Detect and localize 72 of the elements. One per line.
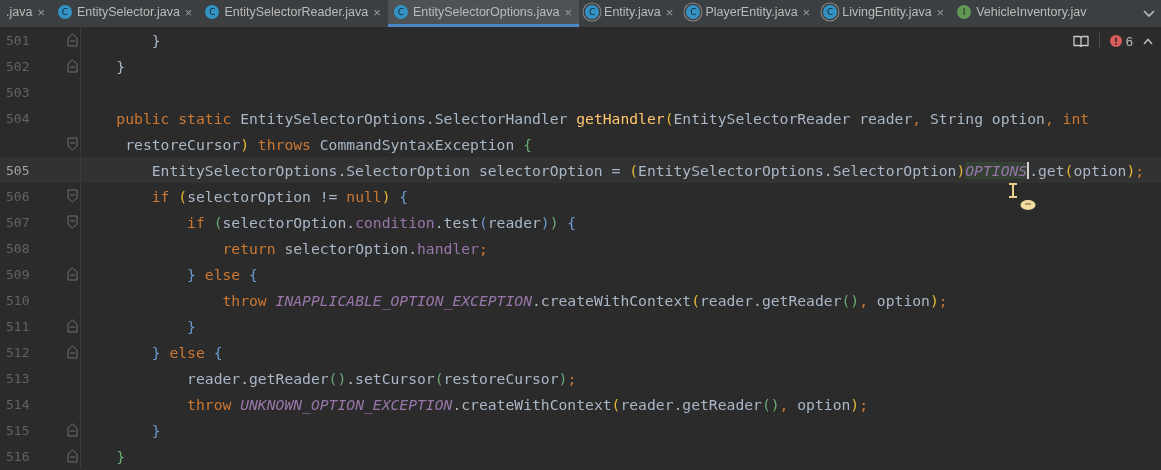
code-line: }: [186, 317, 196, 335]
interface-icon: I: [957, 5, 972, 19]
line-number: 512: [5, 344, 31, 360]
close-icon[interactable]: ×: [564, 4, 573, 20]
fold-marker-icon[interactable]: [66, 319, 78, 333]
code-line: EntitySelectorOptions.SelectorOption selectorOption = (EntitySelectorOptions.SelectorOption)OPTIONS.get(option);: [150, 161, 1145, 179]
fold-marker-icon[interactable]: [66, 59, 78, 73]
line-number: 507: [5, 214, 31, 230]
chevron-up-icon[interactable]: [1143, 37, 1153, 45]
code-line: } else {: [150, 343, 223, 361]
editor-tab[interactable]: C EntitySelector.java ×: [52, 0, 200, 27]
code-line: }: [150, 31, 161, 49]
code-line: } else {: [186, 265, 258, 283]
line-number: 513: [5, 370, 31, 386]
fold-marker-icon[interactable]: [66, 33, 78, 47]
line-number: 510: [5, 292, 31, 308]
book-icon[interactable]: [1072, 34, 1089, 48]
fold-marker-icon[interactable]: [66, 267, 78, 281]
editor-tab[interactable]: C Entity.java ×: [579, 0, 681, 27]
code-line: }: [115, 447, 126, 465]
line-number: 514: [5, 396, 31, 412]
line-number: 501: [5, 32, 31, 48]
fold-marker-icon[interactable]: [66, 449, 78, 463]
close-icon[interactable]: ×: [37, 4, 45, 20]
line-number: 515: [5, 422, 31, 438]
fold-marker-icon[interactable]: [66, 137, 78, 151]
line-number: 516: [5, 448, 31, 464]
text-cursor-icon: [1008, 183, 1018, 198]
line-number: 504: [5, 110, 31, 126]
error-count[interactable]: 6: [1109, 33, 1133, 49]
code-line: }: [150, 421, 161, 439]
close-icon[interactable]: ×: [184, 4, 193, 20]
error-count-text: 6: [1125, 33, 1133, 49]
editor-tab[interactable]: .java ×: [0, 0, 52, 27]
code-line: if (selectorOption.condition.test(reader)) {: [186, 213, 577, 231]
editor-tab[interactable]: I VehicleInventory.jav: [951, 0, 1094, 27]
code-line: public static EntitySelectorOptions.SelectorHandler getHandler(EntitySelectorReader reader, String option, int: [115, 109, 1090, 127]
fold-marker-icon[interactable]: [66, 423, 78, 437]
class-icon: C: [585, 5, 600, 19]
blob-icon: [1020, 198, 1036, 210]
fold-marker-icon[interactable]: [66, 215, 78, 229]
code-line: throw UNKNOWN_OPTION_EXCEPTION.createWithContext(reader.getReader(), option);: [186, 395, 869, 413]
code-line: reader.getReader().setCursor(restoreCursor);: [186, 369, 577, 387]
line-number: 508: [5, 240, 31, 256]
code-line: }: [115, 57, 126, 75]
close-icon[interactable]: ×: [802, 4, 811, 20]
line-number: 509: [5, 266, 31, 282]
class-icon: C: [58, 5, 72, 19]
editor-tab[interactable]: C PlayerEntity.java ×: [680, 0, 818, 27]
code-line: if (selectorOption != null) {: [150, 187, 409, 205]
class-icon: C: [205, 5, 220, 19]
line-number: 505: [5, 162, 31, 178]
fold-marker-icon[interactable]: [66, 345, 78, 359]
line-number: 502: [5, 58, 31, 74]
code-line: restoreCursor) throws CommandSyntaxException {: [124, 135, 532, 153]
editor-tab[interactable]: C EntitySelectorOptions.java ×: [387, 0, 580, 27]
close-icon[interactable]: ×: [373, 4, 381, 20]
line-number: 506: [5, 188, 31, 204]
close-icon[interactable]: ×: [665, 4, 674, 20]
line-number: 503: [5, 84, 31, 100]
class-icon: C: [393, 5, 408, 19]
editor-tab[interactable]: C LivingEntity.java ×: [817, 0, 952, 27]
editor-tab[interactable]: C EntitySelectorReader.java ×: [199, 0, 388, 27]
chevron-down-icon[interactable]: [1143, 9, 1155, 18]
class-icon: C: [686, 5, 701, 19]
code-line: throw INAPPLICABLE_OPTION_EXCEPTION.createWithContext(reader.getReader(), option);: [221, 291, 948, 309]
error-icon: [1109, 35, 1122, 47]
fold-marker-icon[interactable]: [66, 189, 78, 203]
class-icon: C: [823, 5, 838, 19]
line-number: 511: [5, 318, 31, 334]
code-line: return selectorOption.handler;: [221, 239, 488, 257]
close-icon[interactable]: ×: [936, 4, 945, 20]
